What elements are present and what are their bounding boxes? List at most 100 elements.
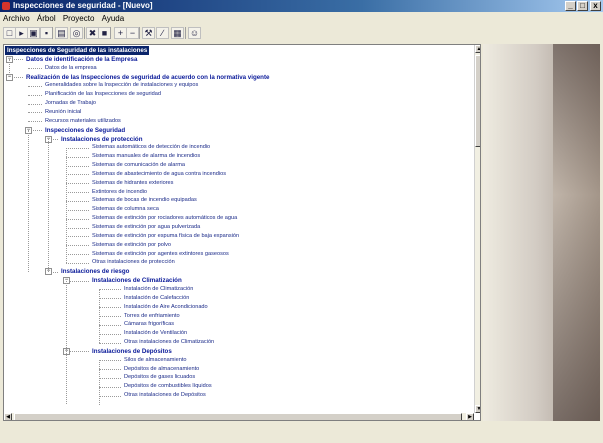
- tree-node-label: Datos de la empresa: [45, 64, 97, 71]
- toolbar-separator: [110, 27, 111, 39]
- tree-connector: [66, 254, 89, 256]
- tree-connector: [99, 395, 121, 397]
- tree-connector: [99, 333, 121, 335]
- scroll-down-button[interactable]: ▼: [475, 405, 480, 413]
- tree-node-label: Sistemas automáticos de detección de inc…: [92, 144, 211, 151]
- tool-icon: ⚒: [144, 28, 153, 38]
- tree-node-label: Instalación de Aire Acondicionado: [124, 303, 208, 310]
- tool-button[interactable]: ⚒: [142, 27, 155, 39]
- tree-guide-line: [66, 147, 67, 263]
- tree-connector: [99, 386, 121, 388]
- tree-connector: [28, 94, 42, 96]
- menu-bar: Archivo Árbol Proyecto Ayuda: [0, 13, 603, 24]
- tree-node-label: Instalación de Calefacción: [124, 294, 190, 301]
- menu-ayuda[interactable]: Ayuda: [100, 13, 127, 24]
- app-icon: [2, 2, 10, 10]
- window-title: Inspecciones de seguridad - [Nuevo]: [13, 1, 153, 10]
- tree-node-label: Jornadas de Trabajo: [45, 100, 96, 107]
- menu-archivo[interactable]: Archivo: [1, 13, 32, 24]
- tree-node-label: Generalidades sobre la Inspección de ins…: [45, 82, 199, 89]
- binoculars-button[interactable]: ◎: [70, 27, 83, 39]
- tree-connector: [66, 209, 89, 211]
- help-button[interactable]: ☺: [188, 27, 201, 39]
- toolbar-separator: [139, 27, 140, 39]
- remove-icon: −: [129, 28, 136, 38]
- tree-node-label: Sistemas de extinción por espuma física …: [92, 232, 240, 239]
- decorative-side-image: [483, 44, 600, 421]
- tree-node-label: Sistemas de columna seca: [92, 206, 159, 213]
- tree-node-label: Silos de almacenamiento: [124, 356, 187, 363]
- tree-node-label: Sistemas de comunicación de alarma: [92, 162, 185, 169]
- tree-node-label: Otras instalaciones de Depósitos: [124, 392, 206, 399]
- tree-connector: [66, 156, 89, 158]
- tree-connector: [66, 236, 89, 238]
- tree-node-label: Instalaciones de riesgo: [61, 268, 130, 276]
- tree-node-label: Realización de las Inspecciones de segur…: [26, 73, 270, 81]
- edit-button[interactable]: ∕: [156, 27, 169, 39]
- tree-node-label: Reunión inicial: [45, 108, 82, 115]
- tree-connector: [66, 192, 89, 194]
- page-button[interactable]: ▤: [55, 27, 68, 39]
- chart-icon: ▦: [173, 28, 182, 38]
- tree-node-label: Sistemas de extinción por agentes extint…: [92, 250, 229, 257]
- tree-node-label: Otras instalaciones de Climatización: [124, 339, 215, 346]
- tree-connector: [28, 103, 42, 105]
- tree-node-label: Depósitos de almacenamiento: [124, 365, 200, 372]
- tree-node-label: Sistemas de extinción por polvo: [92, 241, 171, 248]
- close-button[interactable]: x: [590, 1, 601, 11]
- tree-node-label: Instalación de Climatización: [124, 285, 194, 292]
- horizontal-scrollbar[interactable]: ◀ ▶: [4, 413, 474, 420]
- tree-node-label: Cámaras frigoríficas: [124, 321, 175, 328]
- edit-icon: ∕: [161, 28, 164, 38]
- help-icon: ☺: [189, 28, 200, 38]
- minimize-button[interactable]: _: [565, 1, 576, 11]
- tree-connector: [99, 342, 121, 344]
- tree-node-label: Recursos materiales utilizados: [45, 117, 121, 124]
- tree-connector: [66, 183, 89, 185]
- delete-icon: ✖: [88, 28, 97, 38]
- tree-node-label: Inspecciones de Seguridad: [45, 126, 126, 134]
- toolbar-separator: [84, 27, 85, 39]
- tree-connector: [66, 245, 89, 247]
- tree-connector: [66, 262, 89, 264]
- folder-icon: ▣: [29, 28, 38, 38]
- open-icon: ▸: [19, 28, 24, 38]
- menu-arbol[interactable]: Árbol: [35, 13, 58, 24]
- scroll-up-button[interactable]: ▲: [475, 45, 480, 53]
- tree-connector: [28, 85, 42, 87]
- tree-node-label: Instalaciones de Depósitos: [92, 347, 172, 355]
- folder-button[interactable]: ▣: [27, 27, 40, 39]
- decorative-band: [553, 44, 600, 421]
- binoculars-icon: ◎: [72, 28, 81, 38]
- tree-guide-line: [99, 289, 100, 343]
- scroll-right-button[interactable]: ▶: [466, 413, 474, 420]
- chart-button[interactable]: ▦: [171, 27, 184, 39]
- title-bar[interactable]: Inspecciones de seguridad - [Nuevo] _ □ …: [0, 0, 603, 12]
- tree-node-label: Instalaciones de Climatización: [92, 277, 182, 285]
- vertical-scrollbar[interactable]: ▲ ▼: [474, 45, 480, 413]
- tree-guide-line: [66, 280, 67, 405]
- tree-guide-line: [28, 130, 29, 272]
- scroll-left-button[interactable]: ◀: [4, 413, 12, 420]
- vertical-scroll-thumb[interactable]: [475, 55, 480, 147]
- add-icon: +: [117, 28, 124, 38]
- tree-node-label: Instalación de Ventilación: [124, 330, 188, 337]
- tree-node-label: Sistemas de abastecimiento de agua contr…: [92, 170, 227, 177]
- new-icon: □: [6, 28, 13, 38]
- tree-connector: [66, 200, 89, 202]
- remove-button[interactable]: −: [126, 27, 139, 39]
- maximize-button[interactable]: □: [577, 1, 588, 11]
- tree-node-label: Inspecciones de Seguridad de las instala…: [5, 46, 150, 55]
- tree-view[interactable]: Inspecciones de Seguridad de las instala…: [3, 44, 481, 421]
- horizontal-scroll-thumb[interactable]: [14, 413, 462, 420]
- tree-connector: [99, 316, 121, 317]
- tree-connector: [99, 289, 121, 291]
- tree-connector: [99, 298, 121, 300]
- tree-connector: [99, 369, 121, 371]
- menu-proyecto[interactable]: Proyecto: [61, 13, 97, 24]
- app-window: Inspecciones de seguridad - [Nuevo] _ □ …: [0, 0, 603, 443]
- tree-node-label: Sistemas manuales de alarma de incendios: [92, 153, 201, 160]
- tree-node-label: Sistemas de extinción por agua pulveriza…: [92, 224, 201, 230]
- tree-connector: [66, 227, 89, 229]
- tree-connector: [66, 218, 89, 220]
